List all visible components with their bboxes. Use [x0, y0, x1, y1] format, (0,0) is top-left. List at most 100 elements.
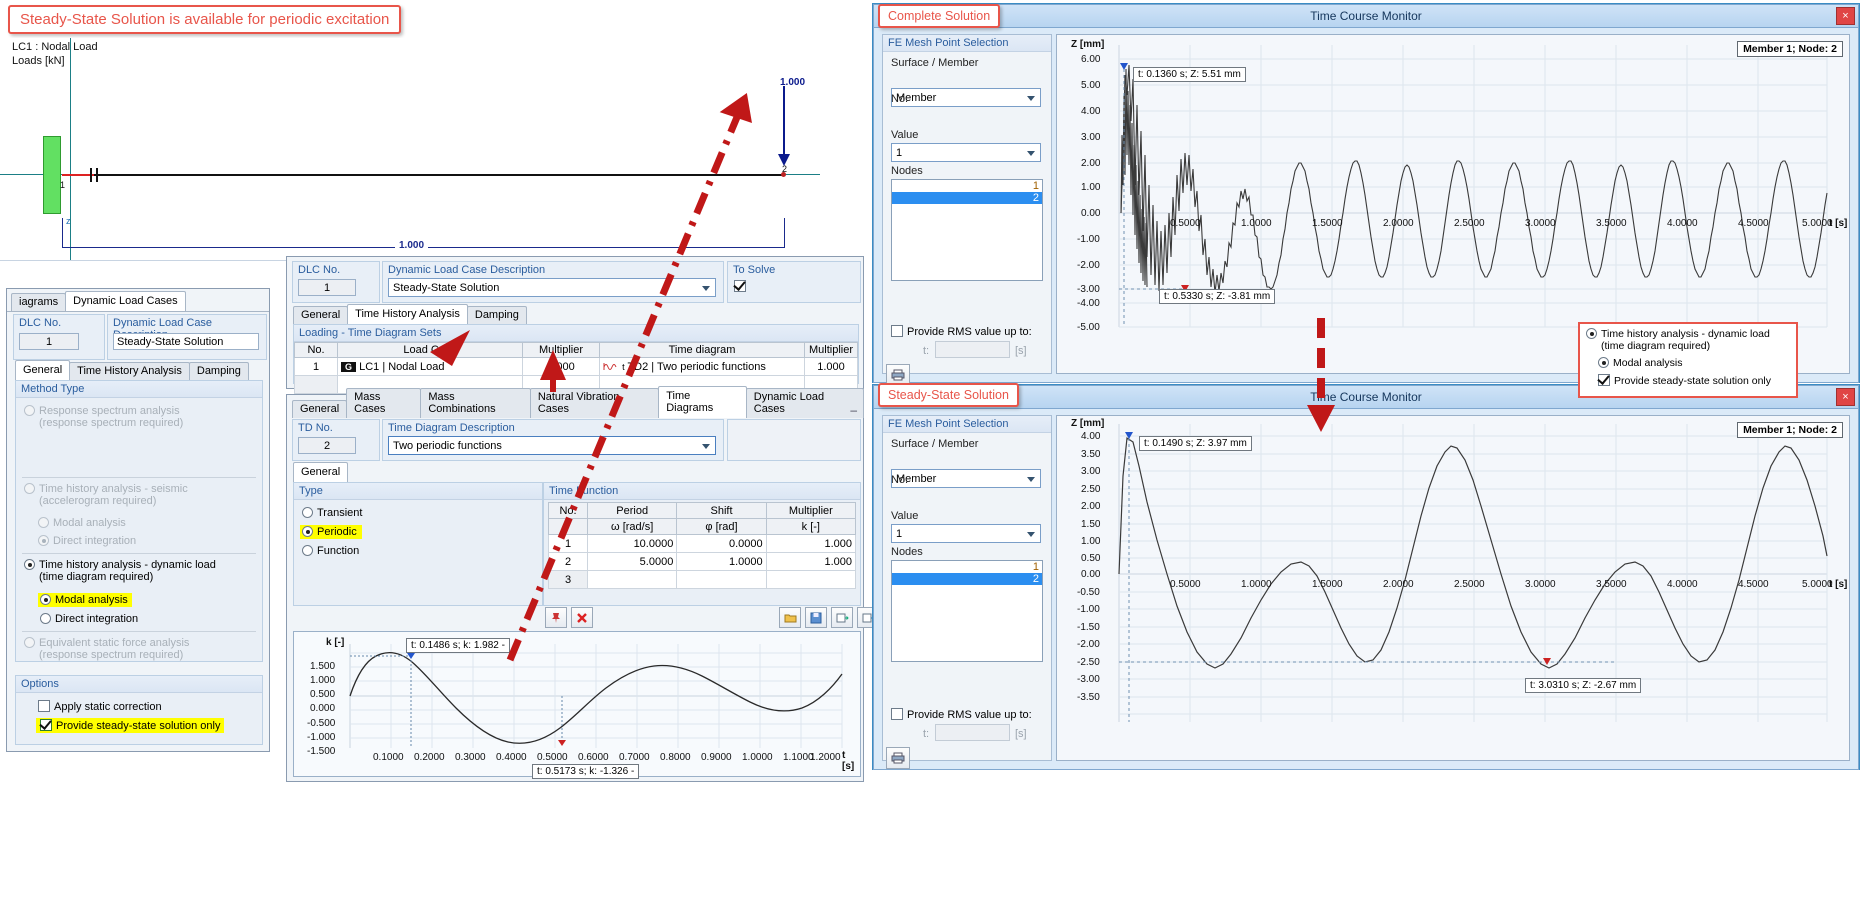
type-transient[interactable]: Transient: [302, 507, 362, 519]
tab-td-dynamic-load-cases[interactable]: Dynamic Load Cases: [745, 388, 864, 418]
tab-td-mass-combinations[interactable]: Mass Combinations: [420, 388, 531, 418]
tab-general[interactable]: General: [15, 360, 71, 380]
t-field-bottom[interactable]: [935, 724, 1010, 741]
surface-member-combo-bottom[interactable]: Member: [891, 469, 1041, 488]
tab-td-natural-vibration-cases[interactable]: Natural Vibration Cases: [529, 388, 660, 418]
collapse-icon[interactable]: –: [850, 403, 857, 417]
list-item[interactable]: 1: [892, 180, 1042, 192]
checkbox-solver-steady-state-icon[interactable]: [1598, 374, 1610, 386]
solver-checkbox-steady-state[interactable]: Provide steady-state solution only: [1598, 374, 1771, 387]
solver-option-modal[interactable]: Modal analysis: [1598, 357, 1682, 369]
time-function-table[interactable]: No. Period Shift Multiplier ω [rad/s] φ …: [548, 502, 857, 589]
tab-td-time-diagrams[interactable]: Time Diagrams: [658, 386, 747, 418]
fn-cell-period[interactable]: [586, 570, 678, 589]
option-apply-static-correction[interactable]: Apply static correction: [38, 700, 162, 713]
method-time-history-seismic[interactable]: Time history analysis - seismic (acceler…: [24, 483, 254, 507]
dynamic-load-cases-dialog[interactable]: iagrams Dynamic Load Cases DLC No. 1 Dyn…: [6, 288, 270, 752]
nodes-listbox-bottom[interactable]: 1 2: [891, 560, 1043, 662]
radio-function-icon[interactable]: [302, 545, 313, 556]
solver-option-dynamic[interactable]: Time history analysis - dynamic load (ti…: [1586, 328, 1790, 352]
checkbox-rms-icon-top[interactable]: [891, 325, 903, 337]
fn-cell-period[interactable]: 5.0000: [586, 552, 678, 571]
monitor-bottom-chart[interactable]: Z [mm] 4.00 3.50 3.00 2.50 2.00 1.50 1.0…: [1056, 415, 1850, 761]
list-item[interactable]: 2: [892, 192, 1042, 204]
table-row[interactable]: 2 5.0000 1.0000 1.000: [548, 552, 857, 571]
type-function[interactable]: Function: [302, 545, 359, 557]
fn-cell-shift[interactable]: 0.0000: [676, 534, 767, 553]
method-response-spectrum[interactable]: Response spectrum analysis (response spe…: [24, 405, 254, 429]
fn-cell-mult[interactable]: [765, 570, 857, 589]
radio-seismic-direct-icon[interactable]: [38, 535, 49, 546]
method-time-history-dynamic[interactable]: Time history analysis - dynamic load (ti…: [24, 559, 254, 583]
save-icon[interactable]: [805, 607, 827, 628]
dlc2-tabstrip[interactable]: General Time History Analysis Damping: [293, 304, 527, 324]
table-row[interactable]: 1 10.0000 0.0000 1.000: [548, 534, 857, 553]
to-solve-checkbox[interactable]: [734, 280, 750, 293]
radio-dynamic-modal-icon[interactable]: [40, 594, 51, 605]
type-periodic[interactable]: Periodic: [300, 525, 362, 539]
table-toolbar-left[interactable]: [545, 607, 593, 628]
checkbox-rms-icon-bottom[interactable]: [891, 708, 903, 720]
tab-damping[interactable]: Damping: [188, 362, 249, 380]
radio-equivalent-static-icon[interactable]: [24, 637, 35, 648]
fn-cell-shift[interactable]: [676, 570, 767, 589]
checkbox-to-solve-icon[interactable]: [734, 280, 746, 292]
fn-cell-mult[interactable]: 1.000: [765, 552, 857, 571]
dlc-desc-field[interactable]: Steady-State Solution: [113, 333, 259, 350]
dialog-tabstrip[interactable]: iagrams Dynamic Load Cases: [11, 291, 186, 311]
tab-td-general[interactable]: General: [292, 400, 348, 418]
radio-solver-dynamic-icon[interactable]: [1586, 328, 1597, 339]
model-viewport[interactable]: LC1 : Nodal Load Loads [kN] 1 2 z 1.000 …: [0, 38, 820, 261]
dlc2-no-field[interactable]: 1: [298, 279, 356, 296]
close-icon[interactable]: ×: [1836, 7, 1855, 25]
radio-periodic-icon[interactable]: [302, 526, 313, 537]
rms-checkbox-bottom[interactable]: Provide RMS value up to:: [891, 708, 1032, 721]
import-icon[interactable]: [831, 607, 853, 628]
tab-dlc2-damping[interactable]: Damping: [466, 306, 527, 324]
dlc-time-history-dialog[interactable]: DLC No. 1 Dynamic Load Case Description …: [286, 256, 864, 394]
rms-checkbox-top[interactable]: Provide RMS value up to:: [891, 325, 1032, 338]
tab-dlc2-general[interactable]: General: [293, 306, 349, 324]
dynamic-direct-integration[interactable]: Direct integration: [40, 613, 138, 625]
list-item[interactable]: 2: [892, 573, 1042, 585]
no-combo-top[interactable]: 1: [891, 143, 1041, 162]
fn-cell-period[interactable]: 10.0000: [586, 534, 678, 553]
delete-icon[interactable]: [571, 607, 593, 628]
radio-time-history-seismic-icon[interactable]: [24, 483, 35, 494]
time-diagrams-dialog[interactable]: General Mass Cases Mass Combinations Nat…: [286, 386, 879, 782]
pin-icon[interactable]: [545, 607, 567, 628]
tab-td-inner-general[interactable]: General: [293, 462, 349, 482]
fn-cell-mult[interactable]: 1.000: [765, 534, 857, 553]
radio-response-spectrum-icon[interactable]: [24, 405, 35, 416]
t-field-top[interactable]: [935, 341, 1010, 358]
loading-table[interactable]: No. Load Case Multiplier Time diagram Mu…: [294, 342, 858, 394]
tab-time-history-analysis[interactable]: Time History Analysis: [69, 362, 190, 380]
td-no-field[interactable]: 2: [298, 437, 356, 454]
tab-diagrams[interactable]: iagrams: [11, 293, 67, 311]
table-row[interactable]: 3: [548, 570, 857, 589]
time-diagram-chart[interactable]: k [-] 1.500 1.000 0.500 0.000 -0.500 -1.…: [293, 631, 861, 779]
printer-icon-bottom[interactable]: [886, 747, 910, 769]
tab-td-mass-cases[interactable]: Mass Cases: [346, 388, 422, 418]
td-tabstrip[interactable]: General Mass Cases Mass Combinations Nat…: [292, 386, 864, 418]
list-item[interactable]: 1: [892, 561, 1042, 573]
fn-cell-shift[interactable]: 1.0000: [676, 552, 767, 571]
dlc-no-field[interactable]: 1: [19, 333, 79, 350]
table-row[interactable]: 1 G LC1 | Nodal Load 1.000 t TD2 | Two p…: [294, 357, 858, 376]
no-combo-bottom[interactable]: 1: [891, 524, 1041, 543]
open-icon[interactable]: [779, 607, 801, 628]
dynamic-modal-analysis[interactable]: Modal analysis: [38, 593, 132, 607]
method-equivalent-static[interactable]: Equivalent static force analysis (respon…: [24, 637, 254, 661]
checkbox-apply-static-correction-icon[interactable]: [38, 700, 50, 712]
seismic-direct-integration[interactable]: Direct integration: [38, 535, 136, 547]
td-inner-tabstrip[interactable]: General: [293, 462, 349, 482]
option-steady-state-only[interactable]: Provide steady-state solution only: [36, 718, 225, 733]
dlc2-desc-combo[interactable]: Steady-State Solution: [388, 278, 716, 297]
tab-dynamic-load-cases[interactable]: Dynamic Load Cases: [65, 291, 186, 311]
time-course-monitor-steady-state[interactable]: Time Course Monitor × FE Mesh Point Sele…: [872, 384, 1860, 770]
monitor-top-titlebar[interactable]: Time Course Monitor ×: [873, 4, 1859, 28]
table-toolbar-right[interactable]: [779, 607, 879, 628]
tab-dlc2-time-history[interactable]: Time History Analysis: [347, 304, 468, 324]
seismic-modal-analysis[interactable]: Modal analysis: [38, 517, 126, 529]
inner-tabstrip[interactable]: General Time History Analysis Damping: [15, 360, 249, 380]
